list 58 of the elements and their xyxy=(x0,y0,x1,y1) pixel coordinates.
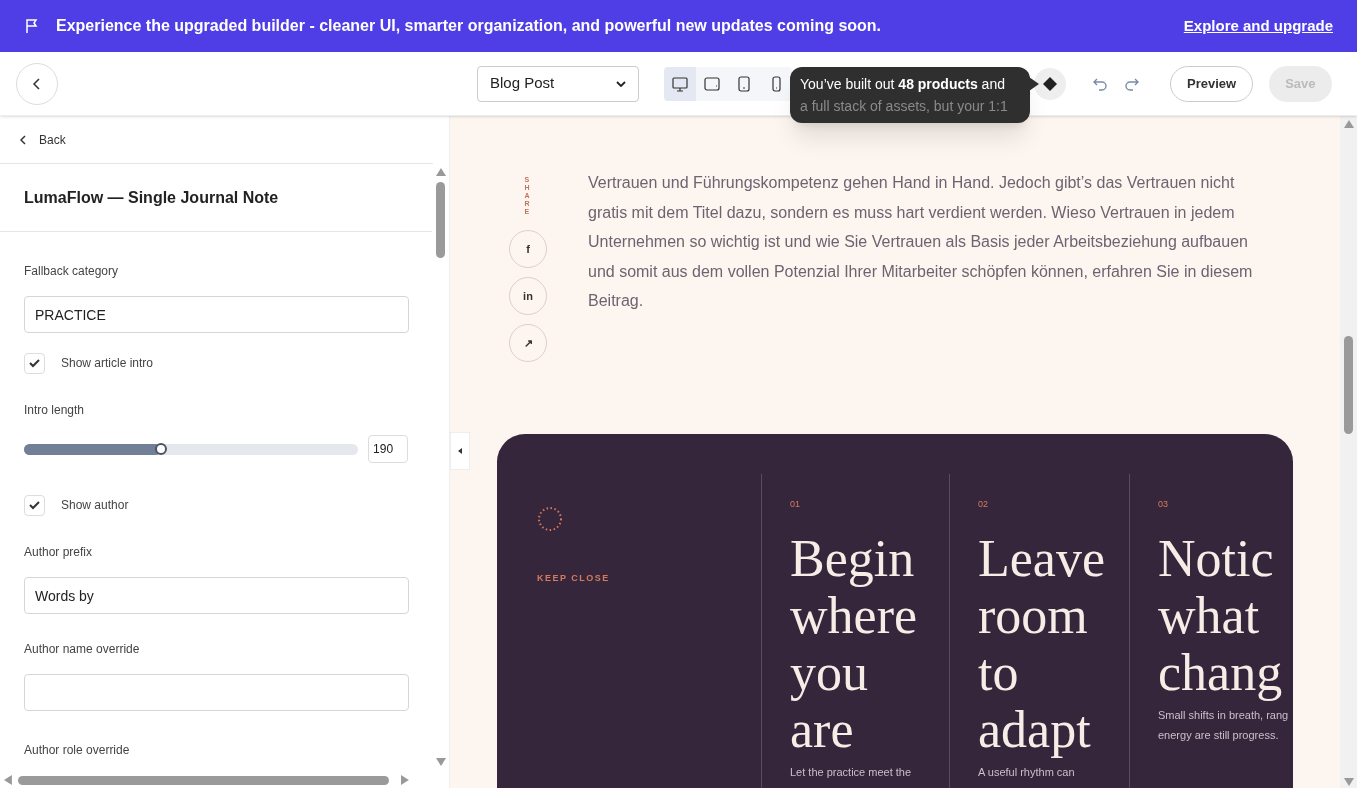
dotted-circle-icon xyxy=(537,506,563,532)
upgrade-link[interactable]: Explore and upgrade xyxy=(1183,14,1333,38)
intro-paragraph: Vertrauen und Führungskompetenz gehen Hand in Hand. Jedoch gibt’s das Vertrauen nicht gratis mit dem Titel dazu, sondern es muss hart verdient werden. Wieso Vertrauen in jedem Unternehmen so wichtig ist und wie Sie Vertrauen als Basis jeder Arbeitsbeziehung aufbauen und somit aus dem vollen Potenzial Ihrer Mitarbeiter schöpfen können, erfahren Sie in diesem Beitrag. xyxy=(588,173,1254,311)
checkbox-label: Show author xyxy=(61,497,129,514)
chevron-down-icon xyxy=(616,80,626,87)
diamond-icon xyxy=(1043,76,1057,91)
chevron-left-icon xyxy=(32,77,42,90)
text-field[interactable]: Words by xyxy=(24,577,409,614)
template-select[interactable]: Blog Post xyxy=(477,65,639,102)
phone-view-button[interactable] xyxy=(760,66,792,101)
scroll-up-icon[interactable] xyxy=(435,168,446,176)
slider-track[interactable] xyxy=(24,443,359,455)
laptop-view-button[interactable] xyxy=(696,66,728,101)
diamond-button[interactable] xyxy=(1034,67,1066,100)
scroll-down-icon[interactable] xyxy=(435,758,446,766)
eyebrow-label: KEEP CLOSE xyxy=(537,572,611,585)
undo-icon xyxy=(1092,76,1108,91)
flag-icon xyxy=(24,18,40,34)
chevron-left-icon xyxy=(20,134,27,145)
scroll-right-icon[interactable] xyxy=(401,775,409,785)
scroll-down-icon[interactable] xyxy=(1343,778,1354,786)
scrollbar-thumb[interactable] xyxy=(17,775,390,785)
scrollbar-thumb[interactable] xyxy=(1344,336,1353,434)
tablet-icon xyxy=(735,74,753,93)
desktop-view-button[interactable] xyxy=(664,66,696,101)
checkbox[interactable] xyxy=(24,352,45,374)
caret-left-icon xyxy=(458,448,462,454)
text-field[interactable] xyxy=(24,674,409,711)
back-link[interactable]: Back xyxy=(0,116,433,164)
tooltip-pointer-icon xyxy=(1029,77,1039,91)
check-icon xyxy=(29,358,40,368)
step-number: 03 xyxy=(1158,498,1169,511)
checkbox-label: Show article intro xyxy=(61,355,154,372)
step-title: Notic what chang xyxy=(1158,529,1284,701)
desktop-icon xyxy=(671,74,689,93)
step-text: Small shifts in breath, rang energy are still progress. xyxy=(1158,707,1290,743)
checkbox[interactable] xyxy=(24,494,45,516)
check-icon xyxy=(29,500,40,510)
step-text: Let the practice meet the xyxy=(790,764,913,780)
field-label: Author name override xyxy=(24,641,141,658)
field-label: Intro length xyxy=(24,402,86,419)
scrollbar-thumb[interactable] xyxy=(436,182,445,258)
text-field[interactable]: PRACTICE xyxy=(24,296,409,333)
banner-message: Experience the upgraded builder - cleaner UI, smarter organization, and powerful new updates coming soon. xyxy=(56,16,883,36)
number-field[interactable]: 190 xyxy=(368,435,409,463)
redo-icon xyxy=(1124,76,1140,91)
field-label: Author role override xyxy=(24,742,131,759)
panel-title: LumaFlow — Single Journal Note xyxy=(0,164,433,232)
field-label: Fallback category xyxy=(24,263,120,280)
scroll-left-icon[interactable] xyxy=(4,775,12,785)
step-title: Begin where you are xyxy=(790,529,919,758)
field-label: Author prefix xyxy=(24,544,94,561)
scroll-up-icon[interactable] xyxy=(1343,120,1354,128)
step-number: 02 xyxy=(978,498,989,511)
step-number: 01 xyxy=(790,498,801,511)
step-text: A useful rhythm can xyxy=(978,764,1076,780)
laptop-icon xyxy=(703,74,721,93)
step-title: Leave room to adapt xyxy=(978,529,1106,758)
